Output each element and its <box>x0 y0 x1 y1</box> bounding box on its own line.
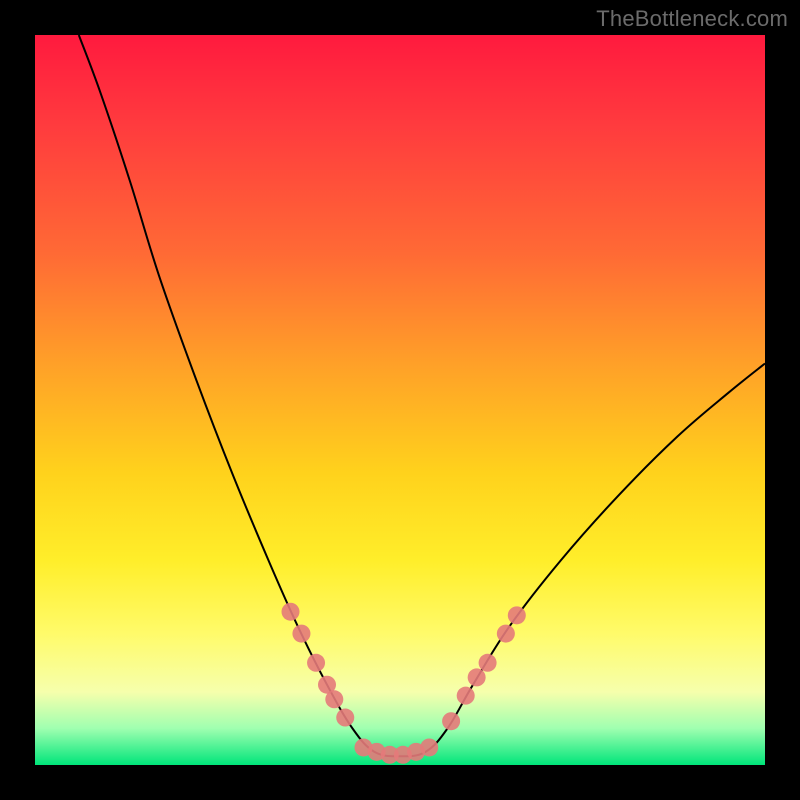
data-point <box>457 687 475 705</box>
data-point <box>479 654 497 672</box>
data-point <box>497 625 515 643</box>
marker-layer <box>282 603 526 764</box>
chart-svg <box>35 35 765 765</box>
bottleneck-curve <box>79 35 765 756</box>
watermark-text: TheBottleneck.com <box>596 6 788 32</box>
data-point <box>442 712 460 730</box>
plot-area <box>35 35 765 765</box>
data-point <box>325 690 343 708</box>
data-point <box>292 625 310 643</box>
chart-frame: TheBottleneck.com <box>0 0 800 800</box>
data-point <box>468 668 486 686</box>
data-point <box>307 654 325 672</box>
data-point <box>282 603 300 621</box>
data-point <box>420 738 438 756</box>
data-point <box>336 709 354 727</box>
curve-layer <box>79 35 765 756</box>
data-point <box>508 606 526 624</box>
